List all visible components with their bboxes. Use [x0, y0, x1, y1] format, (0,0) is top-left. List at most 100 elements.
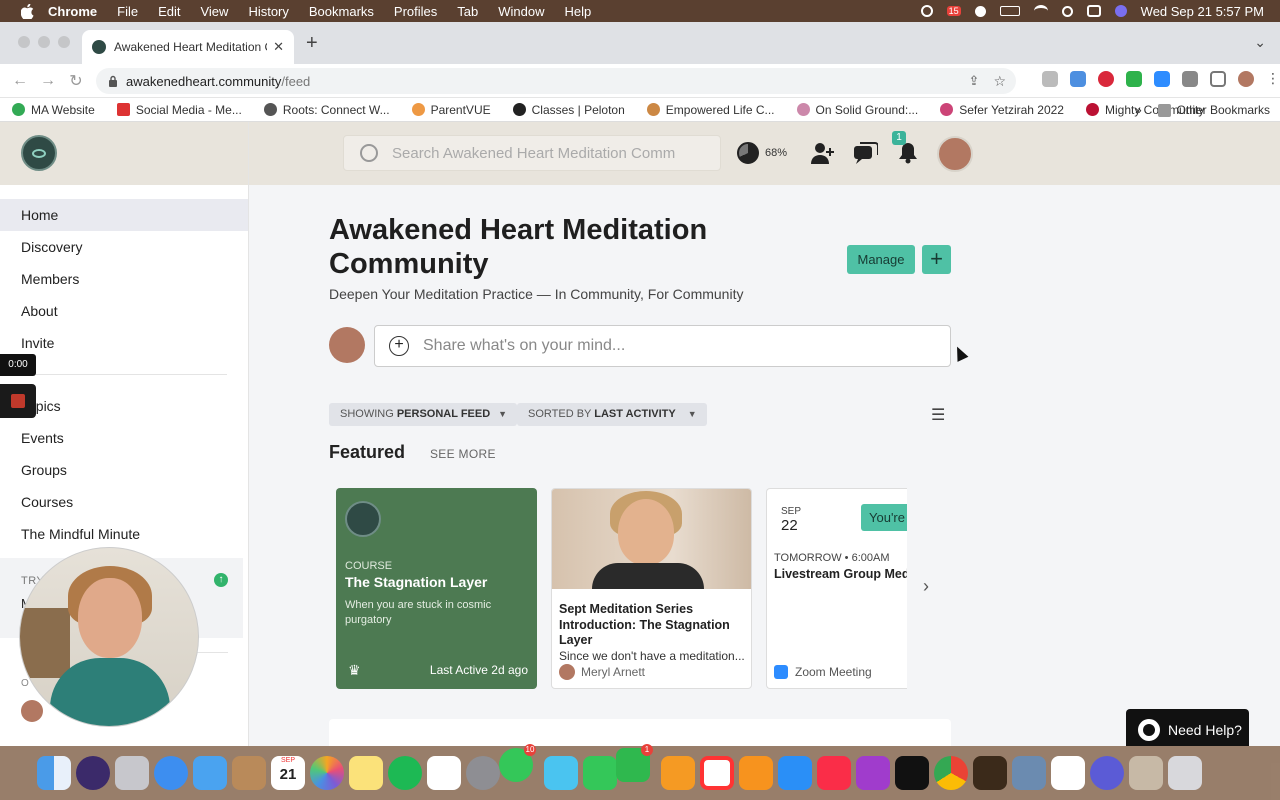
sidebar-item-events[interactable]: Events — [0, 422, 248, 454]
app-store-icon[interactable] — [778, 756, 812, 790]
contacts-icon[interactable] — [232, 756, 266, 790]
sidebar-item-about[interactable]: About — [0, 295, 248, 327]
address-bar[interactable]: awakenedheart.community/feed ⇪ ☆ — [96, 68, 1016, 94]
avatar[interactable] — [21, 700, 43, 722]
bookmark-sefer-yetzirah[interactable]: Sefer Yetzirah 2022 — [940, 103, 1064, 117]
evernote-icon[interactable] — [1126, 71, 1142, 87]
bookmark-peloton[interactable]: Classes | Peloton — [512, 103, 625, 117]
stop-recording-button[interactable] — [0, 384, 36, 418]
feed-post-card[interactable] — [329, 719, 951, 746]
finder-icon[interactable] — [37, 756, 71, 790]
safari-icon[interactable] — [154, 756, 188, 790]
menu-bar-clock[interactable]: Wed Sep 21 5:57 PM — [1141, 4, 1264, 19]
search-input[interactable]: Search Awakened Heart Meditation Comm — [343, 135, 721, 171]
bookmark-empowered-life[interactable]: Empowered Life C... — [646, 103, 775, 117]
bookmark-ma-website[interactable]: MA Website — [12, 103, 95, 117]
forward-icon[interactable]: → — [40, 72, 56, 90]
progress-indicator[interactable]: 68% — [737, 139, 787, 167]
chrome-icon[interactable] — [934, 756, 968, 790]
sidebar-item-discovery[interactable]: Discovery — [0, 231, 248, 263]
add-user-button[interactable] — [811, 139, 835, 167]
featured-card-event[interactable]: SEP 22 You're TOMORROW • 6:00AM Livestre… — [766, 488, 907, 689]
wifi-icon[interactable] — [1033, 5, 1048, 17]
post-composer-input[interactable]: + Share what's on your mind... — [374, 325, 951, 367]
bookmark-on-solid-ground[interactable]: On Solid Ground:... — [796, 103, 918, 117]
bookmark-social-media[interactable]: Social Media - Me... — [116, 103, 242, 117]
messages-button[interactable] — [854, 139, 878, 167]
carousel-next-icon[interactable]: › — [923, 576, 929, 597]
siri-icon[interactable] — [1114, 5, 1127, 17]
notifications-button[interactable]: 1 — [892, 131, 918, 167]
control-center-icon[interactable] — [1086, 5, 1101, 17]
sidebar-item-home[interactable]: Home — [0, 199, 248, 231]
menu-history[interactable]: History — [248, 4, 288, 19]
featured-card-course[interactable]: COURSE The Stagnation Layer When you are… — [336, 488, 537, 689]
pages-icon[interactable] — [661, 756, 695, 790]
featured-card-post[interactable]: Sept Meditation Series Introduction: The… — [551, 488, 752, 689]
garageband-icon[interactable] — [973, 756, 1007, 790]
preview-icon[interactable] — [1012, 756, 1046, 790]
mail-icon[interactable] — [193, 756, 227, 790]
zoom-window-button[interactable] — [58, 36, 70, 48]
spotify-icon[interactable] — [388, 756, 422, 790]
profile-avatar-icon[interactable] — [1238, 71, 1254, 87]
music-icon[interactable] — [817, 756, 851, 790]
messages-icon[interactable] — [499, 744, 536, 782]
other-bookmarks-folder[interactable]: Other Bookmarks — [1157, 103, 1270, 117]
sidebar-item-groups[interactable]: Groups — [0, 454, 248, 486]
menu-tab[interactable]: Tab — [457, 4, 478, 19]
avatar[interactable] — [329, 327, 365, 363]
arrow-up-icon[interactable]: ↑ — [214, 573, 228, 587]
menu-bookmarks[interactable]: Bookmarks — [309, 4, 374, 19]
close-tab-icon[interactable]: ✕ — [273, 39, 284, 55]
tray-badge[interactable]: 15 — [946, 6, 961, 16]
menu-window[interactable]: Window — [498, 4, 544, 19]
more-menu-icon[interactable]: ⋮ — [1266, 71, 1280, 87]
manage-button[interactable]: Manage — [847, 245, 915, 274]
cleanmymac-icon[interactable] — [544, 756, 578, 790]
battery-icon[interactable] — [999, 6, 1020, 16]
gear-icon[interactable] — [920, 5, 933, 17]
menu-view[interactable]: View — [200, 4, 228, 19]
menu-file[interactable]: File — [117, 4, 138, 19]
tab-search-chevron-icon[interactable]: ⌄ — [1254, 34, 1266, 51]
puzzle-icon[interactable] — [1182, 71, 1198, 87]
menu-help[interactable]: Help — [565, 4, 592, 19]
apple-tv-icon[interactable] — [895, 756, 929, 790]
zoom-extension-icon[interactable] — [1154, 71, 1170, 87]
browser-tab-active[interactable]: Awakened Heart Meditation Co ✕ — [82, 30, 294, 64]
list-view-icon[interactable]: ☰ — [931, 405, 945, 425]
bookmark-roots[interactable]: Roots: Connect W... — [263, 103, 390, 117]
rsvp-badge[interactable]: You're — [861, 504, 907, 531]
reload-icon[interactable]: ↻ — [68, 71, 84, 91]
numbers-icon[interactable] — [583, 756, 617, 790]
trash-icon[interactable] — [1168, 756, 1202, 790]
sort-dropdown[interactable]: SORTED BY LAST ACTIVITY ▼ — [517, 403, 707, 426]
create-button[interactable]: + — [922, 245, 951, 274]
photos-icon[interactable] — [310, 756, 344, 790]
siri-icon[interactable] — [76, 756, 110, 790]
sidebar-item-invite[interactable]: Invite — [0, 327, 248, 359]
share-icon[interactable]: ⇪ — [969, 73, 980, 90]
bookmarks-overflow-chevron[interactable]: » — [1135, 103, 1142, 117]
search-icon[interactable] — [1061, 5, 1073, 17]
back-icon[interactable]: ← — [12, 72, 28, 90]
books-icon[interactable] — [739, 756, 773, 790]
menu-profiles[interactable]: Profiles — [394, 4, 437, 19]
pinterest-icon[interactable] — [1098, 71, 1114, 87]
webcam-bubble[interactable] — [19, 547, 199, 727]
calendar-icon[interactable]: SEP 21 — [271, 756, 305, 790]
settings-gear-icon[interactable] — [1090, 756, 1124, 790]
apple-icon[interactable] — [18, 2, 36, 20]
podcasts-icon[interactable] — [856, 756, 890, 790]
menu-chrome[interactable]: Chrome — [48, 4, 97, 19]
user-avatar[interactable] — [937, 136, 973, 172]
minimize-window-button[interactable] — [38, 36, 50, 48]
sidebar-item-topics[interactable]: Topics — [0, 390, 248, 422]
new-tab-icon[interactable]: + — [306, 32, 318, 55]
menu-edit[interactable]: Edit — [158, 4, 180, 19]
launchpad-icon[interactable] — [115, 756, 149, 790]
feed-filter-dropdown[interactable]: SHOWING PERSONAL FEED ▼ — [329, 403, 518, 426]
slack-icon[interactable] — [1051, 756, 1085, 790]
dropbox-icon[interactable] — [1070, 71, 1086, 87]
